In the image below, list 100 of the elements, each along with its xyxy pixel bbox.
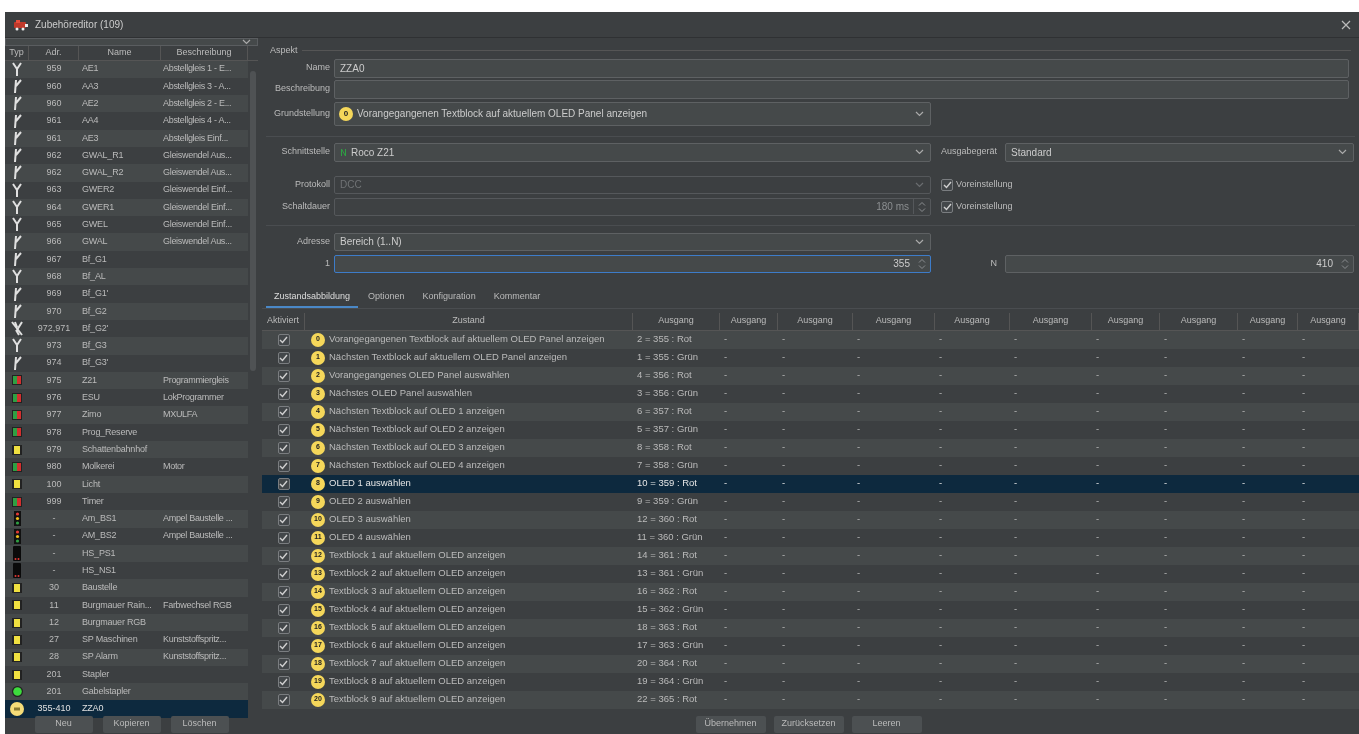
table-cell-text: - [1163,692,1169,707]
column-header[interactable]: Aktiviert [262,312,305,330]
table-cell-text: Zimo [81,408,103,422]
table-cell-text: 977 [45,408,63,422]
column-header[interactable]: Ausgang [1298,312,1359,330]
checkbox[interactable] [277,621,290,634]
table-cell-text: Gleiswendel Einf... [162,218,233,232]
table-cell: Textblock 3 auf aktuellem OLED anzeigen [329,584,506,599]
table-row[interactable]: 12 Burgmauer RGB [5,614,248,632]
editor-action-button[interactable]: Zurücksetzen [773,715,844,733]
table-cell-text: Gleiswendel Einf... [162,183,233,197]
table-cell-text: - [856,422,862,437]
table-cell-text: - [856,638,862,653]
table-row[interactable]: 962 GWAL_R2 Gleiswendel Aus... [5,164,248,182]
checkbox[interactable] [277,459,290,472]
checkbox[interactable] [277,585,290,598]
table-cell-text: 973 [45,339,63,353]
column-header[interactable]: Ausgang [935,312,1010,330]
end-address-spinner[interactable]: 410 [1005,254,1354,273]
checkbox[interactable] [277,639,290,652]
start-address-spinner[interactable]: 355 [334,254,931,273]
table-cell-text: Abstellgleis 1 - E... [162,62,233,76]
checkbox[interactable] [277,531,290,544]
column-header[interactable]: Name [79,46,161,60]
checkbox[interactable] [277,333,290,346]
table-cell-text: - [1013,530,1019,545]
table-cell-text: AA3 [81,79,100,93]
table-row[interactable]: 973 Bf_G3 [5,337,248,355]
column-header[interactable]: Beschreibung [161,46,248,60]
checkbox[interactable] [277,513,290,526]
checkbox[interactable] [277,567,290,580]
field-label: Schnittstelle [280,145,331,159]
checkbox[interactable] [277,495,290,508]
column-header[interactable]: Adr. [29,46,79,60]
tab[interactable]: Kommentar [485,288,549,308]
checkbox[interactable] [941,200,953,213]
checkbox[interactable] [277,657,290,670]
column-header[interactable]: Ausgang [853,312,935,330]
table-row[interactable]: 30 Baustelle [5,579,248,597]
turnout-icon [12,182,22,198]
checkbox[interactable] [277,693,290,706]
checkbox[interactable] [277,477,290,490]
duration-spinner[interactable]: 180 ms [334,197,931,216]
checkbox[interactable] [277,369,290,382]
table-cell-text: GWAL [81,235,109,249]
checkbox[interactable] [277,387,290,400]
column-header[interactable]: Ausgang [778,312,853,330]
checkbox[interactable] [277,441,290,454]
column-header[interactable]: Ausgang [720,312,778,330]
column-header[interactable]: Typ [5,46,29,60]
tab[interactable]: Zustandsabbildung [266,288,359,308]
table-row[interactable]: - Am_BS1 Ampel Baustelle ... [5,510,248,528]
chevron-down-icon [915,238,924,245]
table-row[interactable]: 979 Schattenbahnhof [5,441,248,459]
checkbox[interactable] [277,423,290,436]
close-icon[interactable] [1341,19,1351,30]
table-cell-text: - [938,476,944,491]
column-header[interactable]: Ausgang [1092,312,1160,330]
table-row[interactable]: 968 Bf_AL [5,268,248,286]
checkbox[interactable] [277,351,290,364]
address-mode-dropdown[interactable]: Bereich (1..N) [334,232,931,251]
table-cell-text: 959 [45,62,63,76]
table-cell-text: - [938,512,944,527]
checkbox[interactable] [277,675,290,688]
field-label: Protokoll [294,177,331,191]
description-field[interactable] [334,79,1349,99]
checkbox[interactable] [277,549,290,562]
table-row[interactable]: 201 Gabelstapler [5,683,248,701]
table-row[interactable]: 355-410 ZZA0 [5,700,248,718]
square-light-icon [12,617,22,628]
column-header[interactable]: Ausgang [1160,312,1238,330]
column-header[interactable]: Ausgang [1238,312,1298,330]
table-cell-text: - [723,332,729,347]
table-cell-text: 13 = 361 : Grün [636,566,705,581]
editor-action-button[interactable]: Übernehmen [695,715,766,733]
editor-action-button[interactable]: Leeren [851,715,922,733]
table-row[interactable]: 966 GWAL Gleiswendel Aus... [5,233,248,251]
column-header[interactable]: Ausgang [633,312,720,330]
table-cell-text: Timer [81,494,105,508]
table-row[interactable]: 960 AE2 Abstellgleis 2 - E... [5,95,248,113]
default-state-dropdown[interactable]: 0 Vorangegangenen Textblock auf aktuellem OLED Panel anzeigen [334,101,931,126]
table-cell: Textblock 2 auf aktuellem OLED anzeigen [329,566,506,581]
checkbox[interactable] [277,603,290,616]
chevron-down-icon [915,149,924,155]
column-header[interactable]: Zustand [305,312,633,330]
table-cell-text: Ampel Baustelle ... [162,529,234,543]
table-row[interactable]: 977 Zimo MXULFA [5,406,248,424]
interface-dropdown[interactable]: Roco Z21 [334,142,931,162]
square-light-icon [12,444,22,455]
tab[interactable]: Optionen [360,288,413,308]
checkbox[interactable] [941,178,953,191]
column-header[interactable]: Ausgang [1010,312,1092,330]
tab[interactable]: Konfiguration [414,288,484,308]
name-field[interactable]: ZZA0 [334,58,1349,78]
output-device-dropdown[interactable]: Standard [1005,142,1354,162]
table-cell-text: 12 [48,615,60,629]
table-cell-text: - [856,386,862,401]
table-cell-text: Am_BS1 [81,512,118,526]
table-cell-text: Gleiswendel Einf... [162,200,233,214]
checkbox[interactable] [277,405,290,418]
